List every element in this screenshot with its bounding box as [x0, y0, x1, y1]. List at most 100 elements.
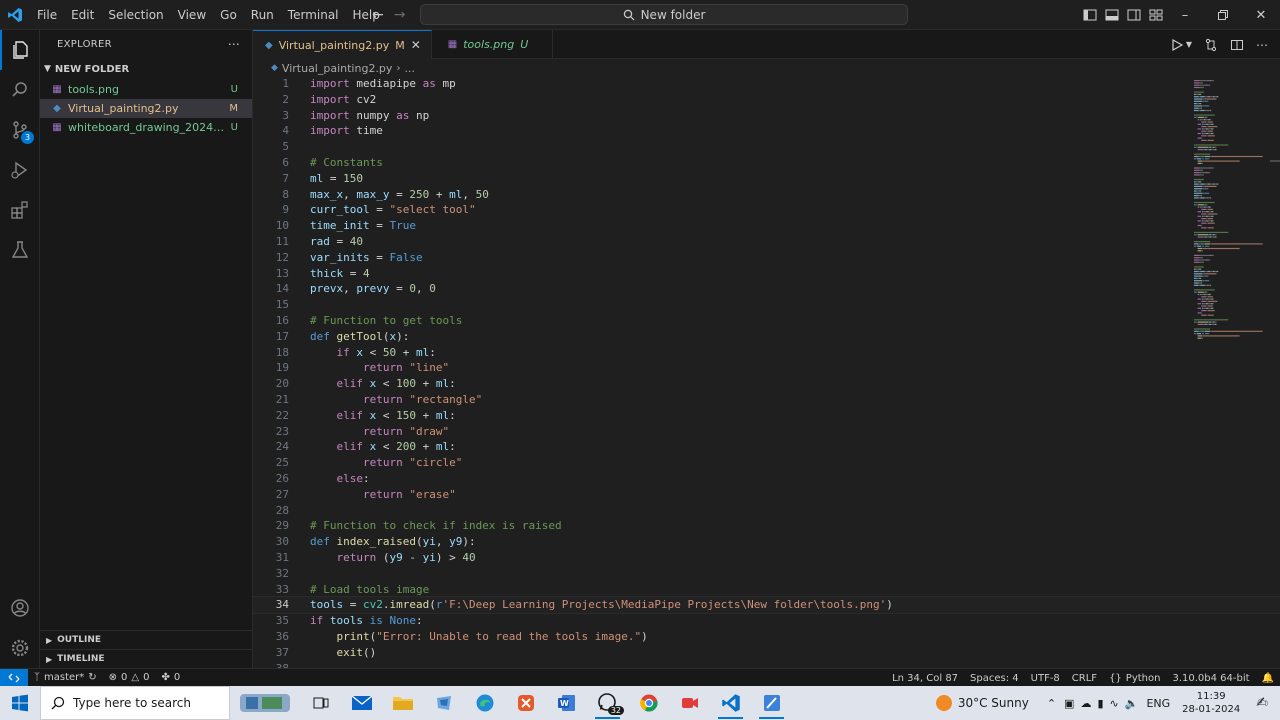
code-line[interactable]: 1 import mediapipe as mp: [253, 76, 1280, 92]
more-actions-icon[interactable]: ⋯: [228, 37, 240, 51]
code-line[interactable]: 28: [253, 503, 1280, 519]
windows-start-icon[interactable]: [0, 686, 40, 720]
azure-data-icon[interactable]: [423, 686, 464, 720]
code-line[interactable]: 36 print("Error: Unable to read the tool…: [253, 629, 1280, 645]
explorer-icon[interactable]: [0, 30, 40, 70]
taskbar-search-input[interactable]: Type here to search: [40, 686, 230, 720]
menu-go[interactable]: Go: [213, 0, 244, 30]
code-line[interactable]: 35 if tools is None:: [253, 613, 1280, 629]
code-line[interactable]: 23 return "draw": [253, 424, 1280, 440]
vscode-taskbar-icon[interactable]: [710, 686, 751, 720]
code-line[interactable]: 11 rad = 40: [253, 234, 1280, 250]
whatsapp-icon[interactable]: 32: [587, 686, 628, 720]
code-line[interactable]: 13 thick = 4: [253, 266, 1280, 282]
tab-tools-png[interactable]: ▦ tools.png U: [432, 30, 554, 59]
code-line[interactable]: 38: [253, 661, 1280, 668]
python-interpreter[interactable]: 3.10.0b4 64-bit: [1166, 673, 1255, 684]
ports-indicator[interactable]: ✤ 0: [156, 672, 187, 683]
chrome-icon[interactable]: [628, 686, 669, 720]
paint-icon[interactable]: [751, 686, 792, 720]
weather-icon[interactable]: [935, 695, 952, 711]
language-indicator[interactable]: ENG: [1146, 697, 1170, 710]
split-editor-icon[interactable]: [1230, 38, 1244, 52]
code-line[interactable]: 6 # Constants: [253, 155, 1280, 171]
meet-now-icon[interactable]: ▣: [1064, 697, 1074, 710]
chevron-down-icon[interactable]: ▼: [1186, 40, 1192, 49]
notifications-bell-icon[interactable]: 🔔: [1256, 673, 1280, 684]
folder-new-folder[interactable]: ▼ NEW FOLDER: [40, 58, 252, 80]
tab-virtual-painting2[interactable]: ◆ Virtual_painting2.py M ✕: [253, 30, 432, 59]
code-line[interactable]: 8 max_x, max_y = 250 + ml, 50: [253, 187, 1280, 203]
source-control-icon[interactable]: 3: [0, 110, 40, 150]
code-line[interactable]: 25 return "circle": [253, 455, 1280, 471]
code-line[interactable]: 9 curr_tool = "select tool": [253, 202, 1280, 218]
mail-icon[interactable]: [341, 686, 382, 720]
code-line[interactable]: 5: [253, 139, 1280, 155]
scrollbar-thumb[interactable]: [1270, 160, 1280, 162]
forward-arrow-icon[interactable]: →: [394, 7, 406, 23]
code-line[interactable]: 26 else:: [253, 471, 1280, 487]
code-line[interactable]: 3 import numpy as np: [253, 108, 1280, 124]
code-line[interactable]: 2 import cv2: [253, 92, 1280, 108]
menu-run[interactable]: Run: [244, 0, 281, 30]
remote-indicator-icon[interactable]: [0, 668, 28, 687]
code-line[interactable]: 32: [253, 566, 1280, 582]
code-line[interactable]: 10 time_init = True: [253, 218, 1280, 234]
code-line[interactable]: 24 elif x < 200 + ml:: [253, 439, 1280, 455]
code-line[interactable]: 18 if x < 50 + ml:: [253, 345, 1280, 361]
screen-recorder-icon[interactable]: [669, 686, 710, 720]
file-explorer-icon[interactable]: [382, 686, 423, 720]
command-center[interactable]: New folder: [420, 4, 908, 25]
code-line[interactable]: 4 import time: [253, 123, 1280, 139]
toggle-sidebar-icon[interactable]: [1082, 7, 1098, 23]
show-hidden-icons-icon[interactable]: ⌃: [1047, 697, 1056, 710]
menu-terminal[interactable]: Terminal: [281, 0, 346, 30]
settings-gear-icon[interactable]: [0, 628, 40, 668]
code-line[interactable]: 31 return (y9 - yi) > 40: [253, 550, 1280, 566]
extensions-icon[interactable]: [0, 190, 40, 230]
code-line[interactable]: 15: [253, 297, 1280, 313]
code-line[interactable]: 22 elif x < 150 + ml:: [253, 408, 1280, 424]
minimize-button[interactable]: –: [1166, 0, 1204, 30]
breadcrumb-more[interactable]: ...: [404, 62, 415, 75]
timeline-section[interactable]: ▶ TIMELINE: [40, 649, 253, 668]
code-line[interactable]: 37 exit(): [253, 645, 1280, 661]
menu-edit[interactable]: Edit: [64, 0, 101, 30]
search-highlight-icon[interactable]: [230, 686, 300, 720]
visualbox-icon[interactable]: [505, 686, 546, 720]
search-icon[interactable]: [0, 70, 40, 110]
code-line[interactable]: 20 elif x < 100 + ml:: [253, 376, 1280, 392]
run-debug-icon[interactable]: [0, 150, 40, 190]
file-tools-png[interactable]: ▦ tools.png U: [40, 80, 252, 99]
menu-file[interactable]: File: [30, 0, 64, 30]
encoding[interactable]: UTF-8: [1025, 673, 1066, 684]
accounts-icon[interactable]: [0, 588, 40, 628]
notification-center-icon[interactable]: ✍: [1256, 695, 1268, 711]
code-line[interactable]: 19 return "line": [253, 360, 1280, 376]
toggle-panel-icon[interactable]: [1104, 7, 1120, 23]
code-line[interactable]: 16 # Function to get tools: [253, 313, 1280, 329]
open-changes-icon[interactable]: [1204, 38, 1218, 52]
battery-icon[interactable]: ▮: [1097, 697, 1103, 710]
volume-icon[interactable]: 🔈: [1125, 697, 1139, 710]
indentation[interactable]: Spaces: 4: [964, 673, 1025, 684]
maximize-button[interactable]: [1204, 0, 1242, 30]
more-actions-icon[interactable]: ⋯: [1256, 38, 1268, 52]
code-line[interactable]: 30 def index_raised(yi, y9):: [253, 534, 1280, 550]
code-line[interactable]: 7 ml = 150: [253, 171, 1280, 187]
line-ending[interactable]: CRLF: [1066, 673, 1103, 684]
customize-layout-icon[interactable]: [1148, 7, 1164, 23]
close-window-button[interactable]: ✕: [1242, 0, 1280, 30]
code-line[interactable]: 33 # Load tools image: [253, 582, 1280, 598]
run-python-icon[interactable]: [1170, 38, 1184, 52]
code-line[interactable]: 21 return "rectangle": [253, 392, 1280, 408]
edge-browser-icon[interactable]: [464, 686, 505, 720]
git-branch[interactable]: ᛉ master* ↻: [28, 672, 103, 683]
close-tab-icon[interactable]: ✕: [411, 38, 421, 52]
weather-label[interactable]: 30°C Sunny: [958, 696, 1029, 710]
code-line[interactable]: 12 var_inits = False: [253, 250, 1280, 266]
file-virtual-painting2[interactable]: ◆ Virtual_painting2.py M: [40, 99, 252, 118]
language-mode[interactable]: {} Python: [1103, 673, 1166, 684]
problems-indicator[interactable]: ⊗ 0 △ 0: [103, 672, 156, 683]
menu-view[interactable]: View: [171, 0, 213, 30]
